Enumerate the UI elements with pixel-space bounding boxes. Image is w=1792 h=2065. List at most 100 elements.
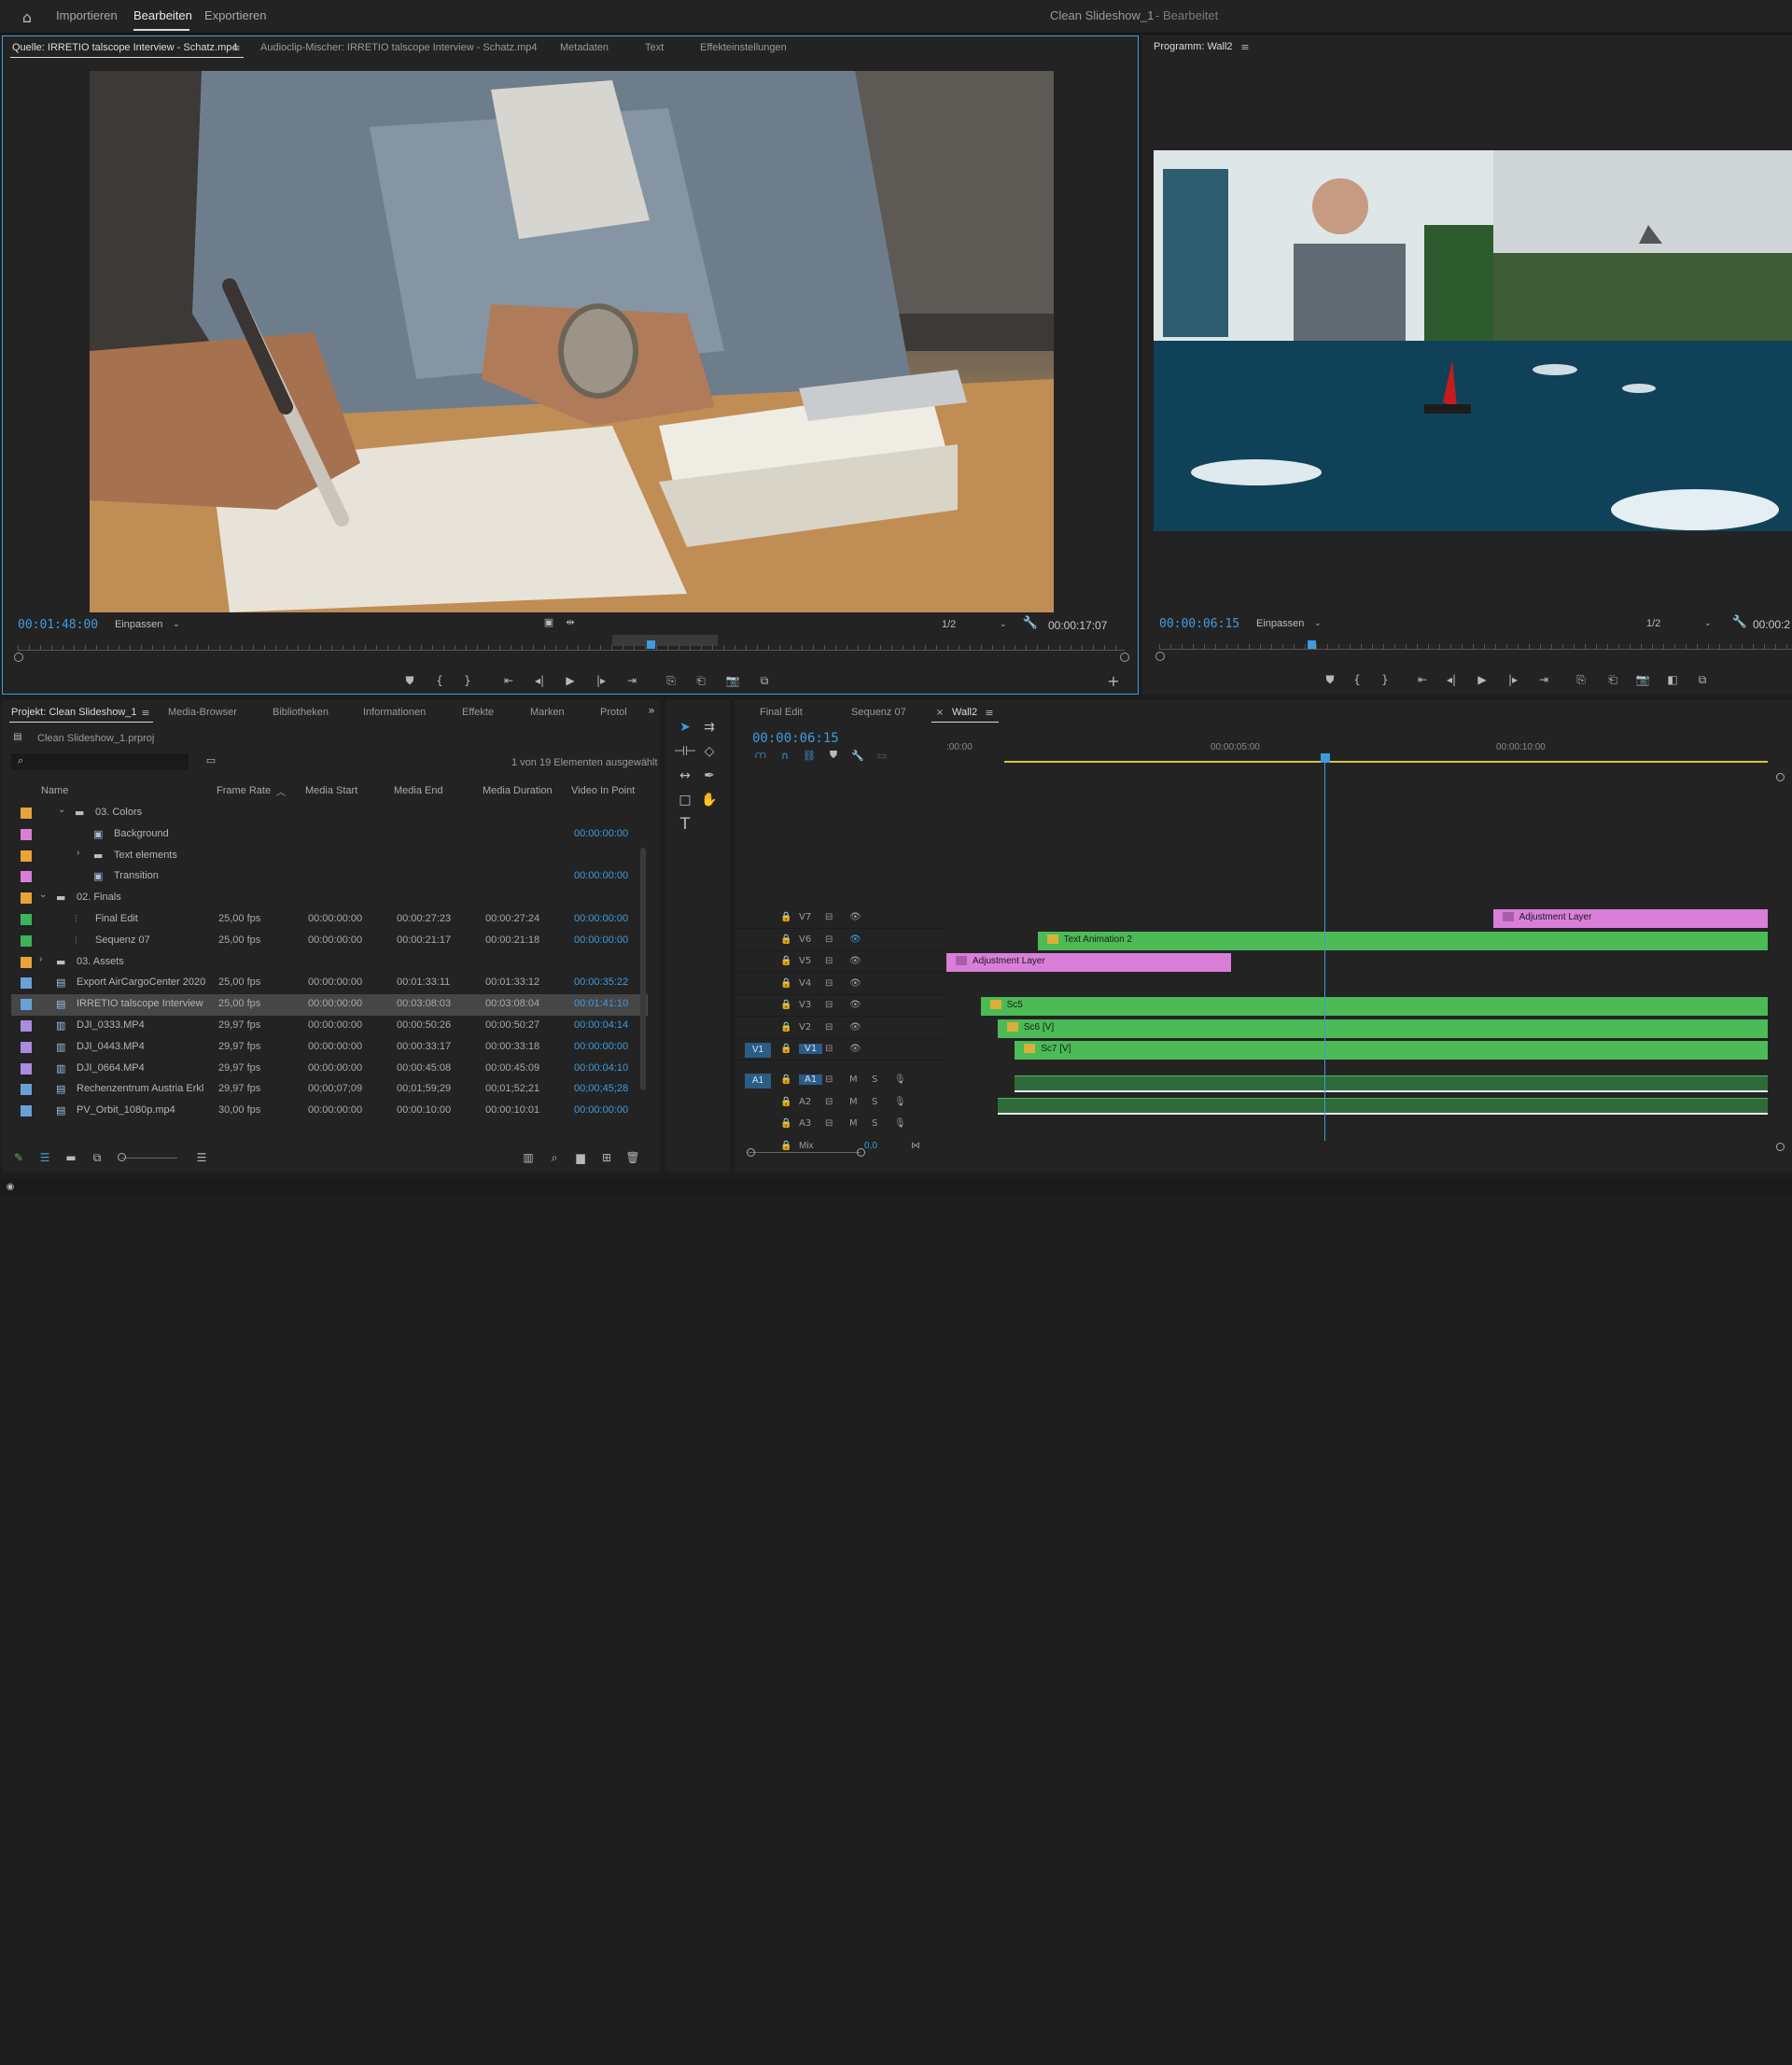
disclosure-open-icon[interactable]: ⌄ (39, 890, 47, 900)
project-item-row[interactable]: ▥ DJI_0664.MP4 29,97 fps 00:00:00:00 00:00:4… (11, 1059, 648, 1080)
captions-icon[interactable]: ▭ (875, 749, 889, 762)
pencil-icon[interactable]: ✎ (11, 1150, 26, 1165)
column-media-end[interactable]: Media End (394, 785, 443, 796)
eye-icon[interactable]: 👁 (849, 912, 861, 922)
overwrite-icon[interactable]: ⎗ (692, 672, 710, 689)
find-icon[interactable]: ⌕ (547, 1150, 562, 1165)
program-resolution-select[interactable]: 1/2 ⌄ (1646, 618, 1716, 629)
source-video-frame[interactable] (90, 71, 1054, 612)
column-name[interactable]: Name (41, 785, 68, 796)
home-icon[interactable]: ⌂ (17, 7, 37, 26)
project-item-row[interactable]: ⌄ ▬ 03. Colors (11, 803, 648, 824)
video-track-header[interactable]: 🔒 V2 ⊟ 👁 (735, 1018, 946, 1039)
panel-menu-icon[interactable]: ≡ (984, 706, 995, 719)
mic-icon[interactable]: 🎙 (894, 1097, 906, 1107)
scroll-handle-left[interactable] (747, 1148, 755, 1157)
mic-icon[interactable]: 🎙 (894, 1118, 906, 1129)
eye-icon[interactable]: 👁 (849, 956, 861, 966)
project-item-row[interactable]: ▥ DJI_0443.MP4 29,97 fps 00:00:00:00 00:00:3… (11, 1037, 648, 1059)
program-title[interactable]: Programm: Wall2 (1154, 41, 1233, 52)
step-back-icon[interactable]: ◂| (1442, 671, 1461, 688)
source-zoom-select[interactable]: Einpassen ⌄ (115, 619, 185, 630)
source-scroll-end[interactable] (1120, 653, 1129, 662)
sync-lock-icon[interactable]: ⊟ (825, 1097, 833, 1107)
program-time-ruler[interactable] (1159, 644, 1792, 650)
eye-icon[interactable]: 👁 (849, 1022, 861, 1032)
timeline-clip[interactable]: Sc7 [V] (1015, 1041, 1768, 1060)
lock-icon[interactable]: 🔒 (780, 1000, 791, 1010)
project-item-row[interactable]: ▤ Export AirCargoCenter 2020 25,00 fps 00:0… (11, 973, 648, 994)
timeline-clip[interactable]: Sc6 [V] (997, 1018, 1768, 1038)
video-track-header[interactable]: 🔒 V7 ⊟ 👁 (735, 908, 946, 929)
razor-tool-icon[interactable]: ◇ (699, 741, 720, 762)
new-item-icon[interactable]: ⊞ (599, 1150, 614, 1165)
label-color-swatch[interactable] (21, 892, 32, 905)
timeline-clip[interactable]: Sc5 (980, 997, 1768, 1016)
insert-icon[interactable]: ⎘ (662, 672, 680, 689)
close-icon[interactable]: × (935, 706, 945, 719)
label-color-swatch[interactable] (21, 850, 32, 862)
program-timecode[interactable]: 00:00:06:15 (1159, 617, 1239, 631)
mute-button[interactable]: M (849, 1118, 858, 1129)
timeline-playhead-marker[interactable] (1321, 753, 1330, 763)
zoom-slider-handle[interactable] (118, 1153, 126, 1161)
label-color-swatch[interactable] (21, 808, 32, 819)
step-forward-icon[interactable]: |▸ (1504, 671, 1522, 688)
source-patch-a1[interactable]: A1 (745, 1074, 771, 1089)
audio-track-header[interactable]: 🔒 A3 ⊟ M S 🎙 (735, 1115, 946, 1135)
linked-selection-icon[interactable]: ⛓ (803, 749, 816, 762)
tab-audioclip-mixer[interactable]: Audioclip-Mischer: IRRETIO talscope Inte… (260, 42, 538, 53)
timeline-vertical-scroll-top[interactable] (1776, 773, 1785, 781)
icon-view-icon[interactable]: ▬ (63, 1150, 78, 1165)
label-color-swatch[interactable] (21, 1084, 32, 1096)
lock-icon[interactable]: 🔒 (780, 1044, 791, 1054)
sort-ascending-icon[interactable]: ︿ (276, 784, 286, 798)
project-item-row[interactable]: ▤ PV_Orbit_1080p.mp4 30,00 fps 00:00:00:00 0… (11, 1101, 648, 1122)
column-media-start[interactable]: Media Start (305, 785, 357, 796)
project-item-row[interactable]: ▤ IRRETIO talscope Interview 25,00 fps 00:0… (11, 994, 648, 1017)
tab-final-edit[interactable]: Final Edit (760, 707, 803, 718)
lock-icon[interactable]: 🔒 (780, 1118, 791, 1129)
lock-icon[interactable]: 🔒 (780, 1075, 791, 1085)
source-scroll-start[interactable] (14, 653, 23, 662)
label-color-swatch[interactable] (21, 1041, 32, 1053)
project-item-row[interactable]: ⫶ Sequenz 07 25,00 fps 00:00:00:00 00:00:21:… (11, 931, 648, 952)
slip-tool-icon[interactable]: ↔ (675, 766, 695, 786)
sync-lock-icon[interactable]: ⊟ (825, 934, 833, 945)
extract-icon[interactable]: ⎗ (1603, 671, 1622, 688)
timeline-timecode[interactable]: 00:00:06:15 (752, 731, 839, 746)
mark-out-icon[interactable]: } (458, 672, 477, 689)
nest-icon[interactable]: ⩋ (754, 749, 767, 762)
source-patch-v1[interactable]: V1 (745, 1043, 771, 1058)
timeline-vertical-scroll-bottom[interactable] (1776, 1143, 1785, 1151)
sync-lock-icon[interactable]: ⊟ (825, 1000, 833, 1010)
play-icon[interactable]: ▶ (1473, 671, 1491, 688)
column-media-duration[interactable]: Media Duration (483, 785, 553, 796)
panel-menu-icon[interactable]: ≡ (231, 41, 242, 54)
add-marker-icon[interactable]: ⛊ (400, 672, 419, 689)
mix-track-header[interactable]: 🔒 Mix 0,0 ⋈ (735, 1139, 946, 1158)
automate-to-sequence-icon[interactable]: ▥ (521, 1150, 536, 1165)
video-track-header[interactable]: 🔒 V5 ⊟ 👁 (735, 952, 946, 973)
scroll-handle-right[interactable] (857, 1148, 865, 1157)
column-video-in-point[interactable]: Video In Point (571, 785, 635, 796)
play-icon[interactable]: ▶ (561, 672, 580, 689)
program-scroll-start[interactable] (1155, 652, 1165, 661)
disclosure-closed-icon[interactable]: › (39, 954, 42, 964)
tab-protokoll[interactable]: Protol (600, 707, 627, 718)
tab-bibliotheken[interactable]: Bibliotheken (273, 707, 329, 718)
tab-sequenz-07[interactable]: Sequenz 07 (851, 707, 906, 718)
sync-lock-icon[interactable]: ⊟ (825, 912, 833, 922)
eye-icon[interactable]: 👁 (849, 934, 861, 945)
export-frame-icon[interactable]: ⧉ (755, 672, 774, 689)
tab-effekte[interactable]: Effekte (462, 707, 494, 718)
go-to-out-icon[interactable]: ⇥ (623, 672, 641, 689)
list-view-icon[interactable]: ☰ (37, 1150, 52, 1165)
snap-icon[interactable]: ∩ (778, 749, 791, 762)
tab-source[interactable]: Quelle: IRRETIO talscope Interview - Sch… (12, 42, 237, 53)
project-item-row[interactable]: › ▬ Text elements (11, 846, 648, 867)
solo-button[interactable]: S (872, 1075, 877, 1085)
rectangle-tool-icon[interactable]: □ (675, 790, 695, 810)
eye-icon[interactable]: 👁 (849, 1000, 861, 1010)
lift-icon[interactable]: ⎘ (1572, 671, 1590, 688)
